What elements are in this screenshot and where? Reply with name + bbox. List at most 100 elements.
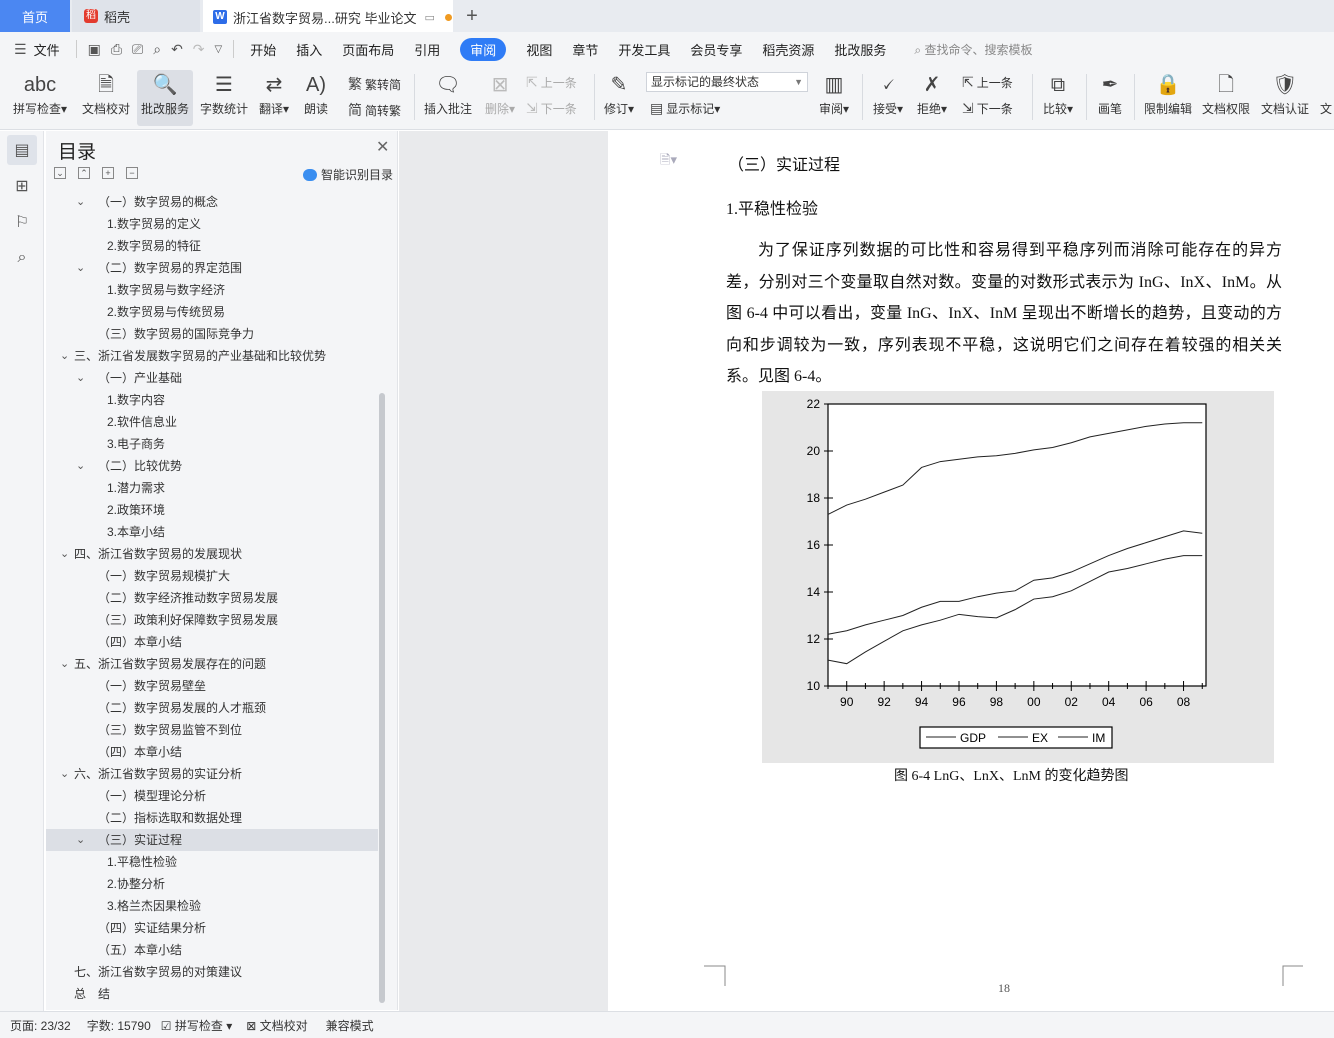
menu-file[interactable]: 文件 <box>34 40 60 59</box>
track-changes-button[interactable]: ✎ 修订▾ <box>600 70 638 126</box>
toc-scrollbar[interactable] <box>379 393 385 1003</box>
toc-item[interactable]: ⌄ 六、浙江省数字贸易的实证分析 <box>46 763 378 785</box>
toc-item[interactable]: （一）数字贸易壁垒 <box>46 675 378 697</box>
save-icon[interactable]: ▣ <box>88 41 101 58</box>
menu-insert[interactable]: 插入 <box>296 40 322 59</box>
toc-item[interactable]: （二）数字贸易发展的人才瓶颈 <box>46 697 378 719</box>
word-count[interactable]: 字数: 15790 <box>87 1017 151 1034</box>
menu-reference[interactable]: 引用 <box>414 40 440 59</box>
simp-to-trad-button[interactable]: 简简转繁 <box>348 100 401 120</box>
toc-item[interactable]: ⌄ （二）数字贸易的界定范围 <box>46 257 378 279</box>
tab-document[interactable]: W 浙江省数字贸易...研究 毕业论文 ▭ <box>203 0 453 32</box>
toc-item[interactable]: （二）数字经济推动数字贸易发展 <box>46 587 378 609</box>
menu-developer[interactable]: 开发工具 <box>618 40 670 59</box>
toc-item[interactable]: 总 结 <box>46 983 378 1005</box>
chevron-down-icon[interactable]: ⌄ <box>76 455 85 477</box>
toc-item[interactable]: （四）实证结果分析 <box>46 917 378 939</box>
toc-item[interactable]: （一）数字贸易规模扩大 <box>46 565 378 587</box>
markup-state-select[interactable]: 显示标记的最终状态 ▼ <box>646 72 808 92</box>
menu-member[interactable]: 会员专享 <box>690 40 742 59</box>
spell-check-button[interactable]: abc 拼写检查▾ <box>8 70 72 126</box>
chapter-nav-icon[interactable]: ⊞ <box>7 171 37 201</box>
toc-item[interactable]: ⌄ （一）数字贸易的概念 <box>46 191 378 213</box>
remove-level-icon[interactable]: − <box>126 167 138 179</box>
menu-layout[interactable]: 页面布局 <box>342 40 394 59</box>
toc-item[interactable]: （一）模型理论分析 <box>46 785 378 807</box>
insert-comment-button[interactable]: 🗨 插入批注 <box>420 70 476 126</box>
ai-recognize-toc-button[interactable]: 智能识别目录 <box>303 166 393 183</box>
show-markup-button[interactable]: ▤ 显示标记▾ <box>650 100 720 117</box>
toc-item[interactable]: ⌄ 五、浙江省数字贸易发展存在的问题 <box>46 653 378 675</box>
more-ribbon-button[interactable]: 文 <box>1318 70 1334 126</box>
chevron-down-icon[interactable]: ⌄ <box>60 653 69 675</box>
page-options-icon[interactable]: 🗎▾ <box>660 151 677 173</box>
pen-button[interactable]: ✒ 画笔 <box>1092 70 1128 126</box>
proofread-button[interactable]: 🗎 文档校对 <box>78 70 134 126</box>
document-certify-button[interactable]: 🛡 文档认证 <box>1257 70 1313 126</box>
toc-item[interactable]: （四）本章小结 <box>46 631 378 653</box>
add-level-icon[interactable]: + <box>102 167 114 179</box>
chevron-down-icon[interactable]: ⌄ <box>76 257 85 279</box>
print-icon[interactable]: ⎚ <box>132 41 143 58</box>
chevron-down-icon[interactable]: ⌄ <box>60 763 69 785</box>
menu-daoke-resources[interactable]: 稻壳资源 <box>762 40 814 59</box>
toc-item[interactable]: （三）政策利好保障数字贸易发展 <box>46 609 378 631</box>
toc-item[interactable]: 2.数字贸易的特征 <box>46 235 378 257</box>
toc-item[interactable]: 七、浙江省数字贸易的对策建议 <box>46 961 378 983</box>
new-tab-button[interactable]: + <box>460 0 484 32</box>
toc-item[interactable]: （三）数字贸易监管不到位 <box>46 719 378 741</box>
chevron-down-icon[interactable]: ⌄ <box>76 191 85 213</box>
review-pane-button[interactable]: ▥ 审阅▾ <box>814 70 854 126</box>
next-comment-button[interactable]: ⇲ 下一条 <box>526 100 577 117</box>
chevron-down-icon[interactable]: ⌄ <box>60 345 69 367</box>
menu-review[interactable]: 审阅 <box>460 37 507 61</box>
toc-item[interactable]: ⌄ （二）比较优势 <box>46 455 378 477</box>
tab-home[interactable]: 首页 <box>0 0 70 32</box>
tab-daoke[interactable]: 稻 稻壳 <box>72 0 200 32</box>
translate-button[interactable]: ⇄ 翻译▾ <box>254 70 294 126</box>
menu-view[interactable]: 视图 <box>526 40 552 59</box>
bookmark-icon[interactable]: ⚐ <box>7 207 37 237</box>
accept-button[interactable]: 🗸 接受▾ <box>868 70 908 126</box>
collapse-all-icon[interactable]: ⌄ <box>54 167 66 179</box>
export-pdf-icon[interactable]: ⎙ <box>111 41 122 58</box>
toc-item[interactable]: 1.数字内容 <box>46 389 378 411</box>
menu-chapter[interactable]: 章节 <box>572 40 598 59</box>
hamburger-icon[interactable]: ☰ <box>14 41 27 58</box>
toc-item[interactable]: ⌄ 三、浙江省发展数字贸易的产业基础和比较优势 <box>46 345 378 367</box>
restrict-edit-button[interactable]: 🔒 限制编辑 <box>1140 70 1196 126</box>
reject-button[interactable]: ✗ 拒绝▾ <box>912 70 952 126</box>
customize-chevron-icon[interactable]: ▽ <box>215 44 223 55</box>
delete-comment-button[interactable]: ⊠ 删除▾ <box>480 70 520 126</box>
toc-item[interactable]: 3.电子商务 <box>46 433 378 455</box>
monitor-icon[interactable]: ▭ <box>424 11 434 24</box>
menu-review-service[interactable]: 批改服务 <box>834 40 886 59</box>
toc-item[interactable]: 1.平稳性检验 <box>46 851 378 873</box>
toc-item[interactable]: ⌄ （三）实证过程 <box>46 829 378 851</box>
toc-item[interactable]: （四）本章小结 <box>46 741 378 763</box>
toc-item[interactable]: 2.数字贸易与传统贸易 <box>46 301 378 323</box>
review-service-button[interactable]: 🔍 批改服务 <box>137 70 193 126</box>
proofread-status[interactable]: ⊠ 文档校对 <box>246 1017 307 1034</box>
next-change-button[interactable]: ⇲ 下一条 <box>962 100 1013 117</box>
chevron-down-icon[interactable]: ⌄ <box>60 543 69 565</box>
document-permission-button[interactable]: 🗋 文档权限 <box>1198 70 1254 126</box>
expand-up-icon[interactable]: ⌃ <box>78 167 90 179</box>
toc-item[interactable]: 3.本章小结 <box>46 521 378 543</box>
toc-panel-icon[interactable]: ▤ <box>7 135 37 165</box>
word-count-button[interactable]: ☰ 字数统计 <box>196 70 252 126</box>
prev-comment-button[interactable]: ⇱ 上一条 <box>526 74 577 91</box>
toc-item[interactable]: 2.软件信息业 <box>46 411 378 433</box>
trad-to-simp-button[interactable]: 繁繁转简 <box>348 74 401 94</box>
toc-item[interactable]: 1.数字贸易与数字经济 <box>46 279 378 301</box>
page-indicator[interactable]: 页面: 23/32 <box>10 1017 71 1034</box>
toc-item[interactable]: （二）指标选取和数据处理 <box>46 807 378 829</box>
toc-item[interactable]: 3.格兰杰因果检验 <box>46 895 378 917</box>
toc-item[interactable]: （三）数字贸易的国际竞争力 <box>46 323 378 345</box>
prev-change-button[interactable]: ⇱ 上一条 <box>962 74 1013 91</box>
document-page[interactable]: 🗎▾ （三）实证过程 1.平稳性检验 为了保证序列数据的可比性和容易得到平稳序列… <box>608 131 1334 1011</box>
toc-item[interactable]: 1.潜力需求 <box>46 477 378 499</box>
toc-item[interactable]: ⌄ （一）产业基础 <box>46 367 378 389</box>
menu-start[interactable]: 开始 <box>250 40 276 59</box>
toc-item[interactable]: （五）本章小结 <box>46 939 378 961</box>
